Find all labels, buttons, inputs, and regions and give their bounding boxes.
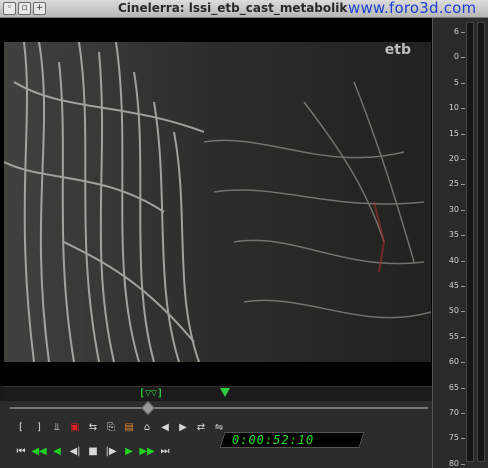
control-panel: [] ⫫ ▣ ⇆ ⎘ ▤ ⌂ ◀ ▶ ⇄ ⇋ ⏮ ◀◀ ◀ ◀| ■ |▶ ▶ ▶▶ ⏭ xyxy=(0,415,432,468)
meter-tick-line xyxy=(461,184,465,186)
in-point-button[interactable]: [ xyxy=(14,421,28,435)
window-menu-button[interactable]: ◦ xyxy=(3,2,16,15)
frame-back-button[interactable]: ◀| xyxy=(68,445,82,459)
meter-tick-line xyxy=(461,463,465,465)
video-preview[interactable]: etb xyxy=(4,42,431,362)
meter-tick-line xyxy=(461,362,465,364)
splice-button[interactable]: ⫫ xyxy=(50,421,64,435)
paste-button[interactable]: ▤ xyxy=(122,421,136,435)
label-button[interactable]: ⌂ xyxy=(140,421,154,435)
meter-tick-line xyxy=(461,413,465,414)
meter-tick-line xyxy=(461,108,465,110)
slider-thumb[interactable] xyxy=(140,400,156,416)
meter-tick-line xyxy=(461,235,465,237)
meter-tick-label: 70 xyxy=(448,408,459,417)
stop-button[interactable]: ■ xyxy=(86,445,100,459)
reverse-button[interactable]: ◀ xyxy=(50,445,64,459)
overwrite-button[interactable]: ▣ xyxy=(68,421,82,435)
maximize-button[interactable]: + xyxy=(33,2,46,15)
end-button[interactable]: ⏭ xyxy=(158,445,172,459)
meter-bar-left xyxy=(466,22,474,462)
timecode-text: 0:00:52:10 xyxy=(232,433,315,447)
meter-tick-line xyxy=(461,438,465,440)
transport-toolbar: ⏮ ◀◀ ◀ ◀| ■ |▶ ▶ ▶▶ ⏭ xyxy=(14,445,172,459)
meter-tick-label: 65 xyxy=(448,382,459,392)
meter-tick-line xyxy=(461,32,465,33)
playhead-marker[interactable] xyxy=(220,388,230,397)
meter-tick-line xyxy=(461,133,465,135)
meter-tick-line xyxy=(461,159,465,160)
meter-tick-line xyxy=(461,286,465,287)
meter-tick-label: 25 xyxy=(448,179,459,189)
next-label-button[interactable]: ▶ xyxy=(176,421,190,435)
title-bar: ◦ ▫ + Cinelerra: lssi_etb_cast_metabolik… xyxy=(0,0,488,18)
meter-tick-label: 40 xyxy=(448,255,459,265)
edit-toolbar: [] ⫫ ▣ ⇆ ⎘ ▤ ⌂ ◀ ▶ ⇄ ⇋ xyxy=(14,421,226,435)
frame-forward-button[interactable]: |▶ xyxy=(104,445,118,459)
rewind-button[interactable]: ⏮ xyxy=(14,445,28,459)
meter-tick-line xyxy=(461,387,465,389)
meter-tick-label: 45 xyxy=(448,281,459,290)
minimize-button[interactable]: ▫ xyxy=(18,2,31,15)
channel-logo: etb xyxy=(384,42,411,58)
lift-button[interactable]: ⇆ xyxy=(86,421,100,435)
video-frame xyxy=(4,42,431,362)
watermark-text: www.foro3d.com xyxy=(348,0,477,17)
meter-tick-label: 50 xyxy=(448,306,459,316)
fast-reverse-button[interactable]: ◀◀ xyxy=(31,445,46,459)
window-title: Cinelerra: lssi_etb_cast_metabolik xyxy=(118,1,348,15)
meter-tick-label: 35 xyxy=(448,230,459,240)
meter-tick-line xyxy=(461,209,465,211)
out-point-button[interactable]: ] xyxy=(32,421,46,435)
slider-track[interactable] xyxy=(10,407,428,409)
meter-tick-label: 75 xyxy=(448,433,459,443)
meter-tick-label: 55 xyxy=(448,331,459,341)
meter-tick-label: 0 xyxy=(453,52,459,62)
meter-tick-line xyxy=(461,336,465,338)
meter-bar-right xyxy=(477,22,485,462)
fast-forward-button[interactable]: ▶▶ xyxy=(139,445,154,459)
position-slider-area xyxy=(0,400,432,416)
play-button[interactable]: ▶ xyxy=(122,445,136,459)
meter-tick-label: 30 xyxy=(448,204,459,214)
copy-button[interactable]: ⎘ xyxy=(104,421,118,435)
meter-tick-line xyxy=(461,82,465,84)
meter-tick-line xyxy=(461,260,465,262)
meter-tick-label: 60 xyxy=(448,357,459,367)
meter-tick-label: 10 xyxy=(448,103,459,113)
meter-tick-line xyxy=(461,57,465,59)
meter-tick-label: 20 xyxy=(448,154,459,163)
timeline-strip[interactable]: [▽▽] xyxy=(4,386,432,400)
audio-meter-panel: 6 0 5 10 15 20 25 30 35 40 45 50 55 60 65 70 75 80 xyxy=(432,18,488,468)
meter-tick-label: 5 xyxy=(453,77,459,87)
meter-tick-label: 15 xyxy=(448,128,459,138)
meter-tick-line xyxy=(461,311,465,313)
prev-label-button[interactable]: ◀ xyxy=(158,421,172,435)
in-out-marker[interactable]: [▽▽] xyxy=(139,388,163,399)
meter-tick-label: 6 xyxy=(453,27,459,36)
meter-tick-label: 80 xyxy=(448,458,459,468)
to-clip-button[interactable]: ⇄ xyxy=(194,421,208,435)
